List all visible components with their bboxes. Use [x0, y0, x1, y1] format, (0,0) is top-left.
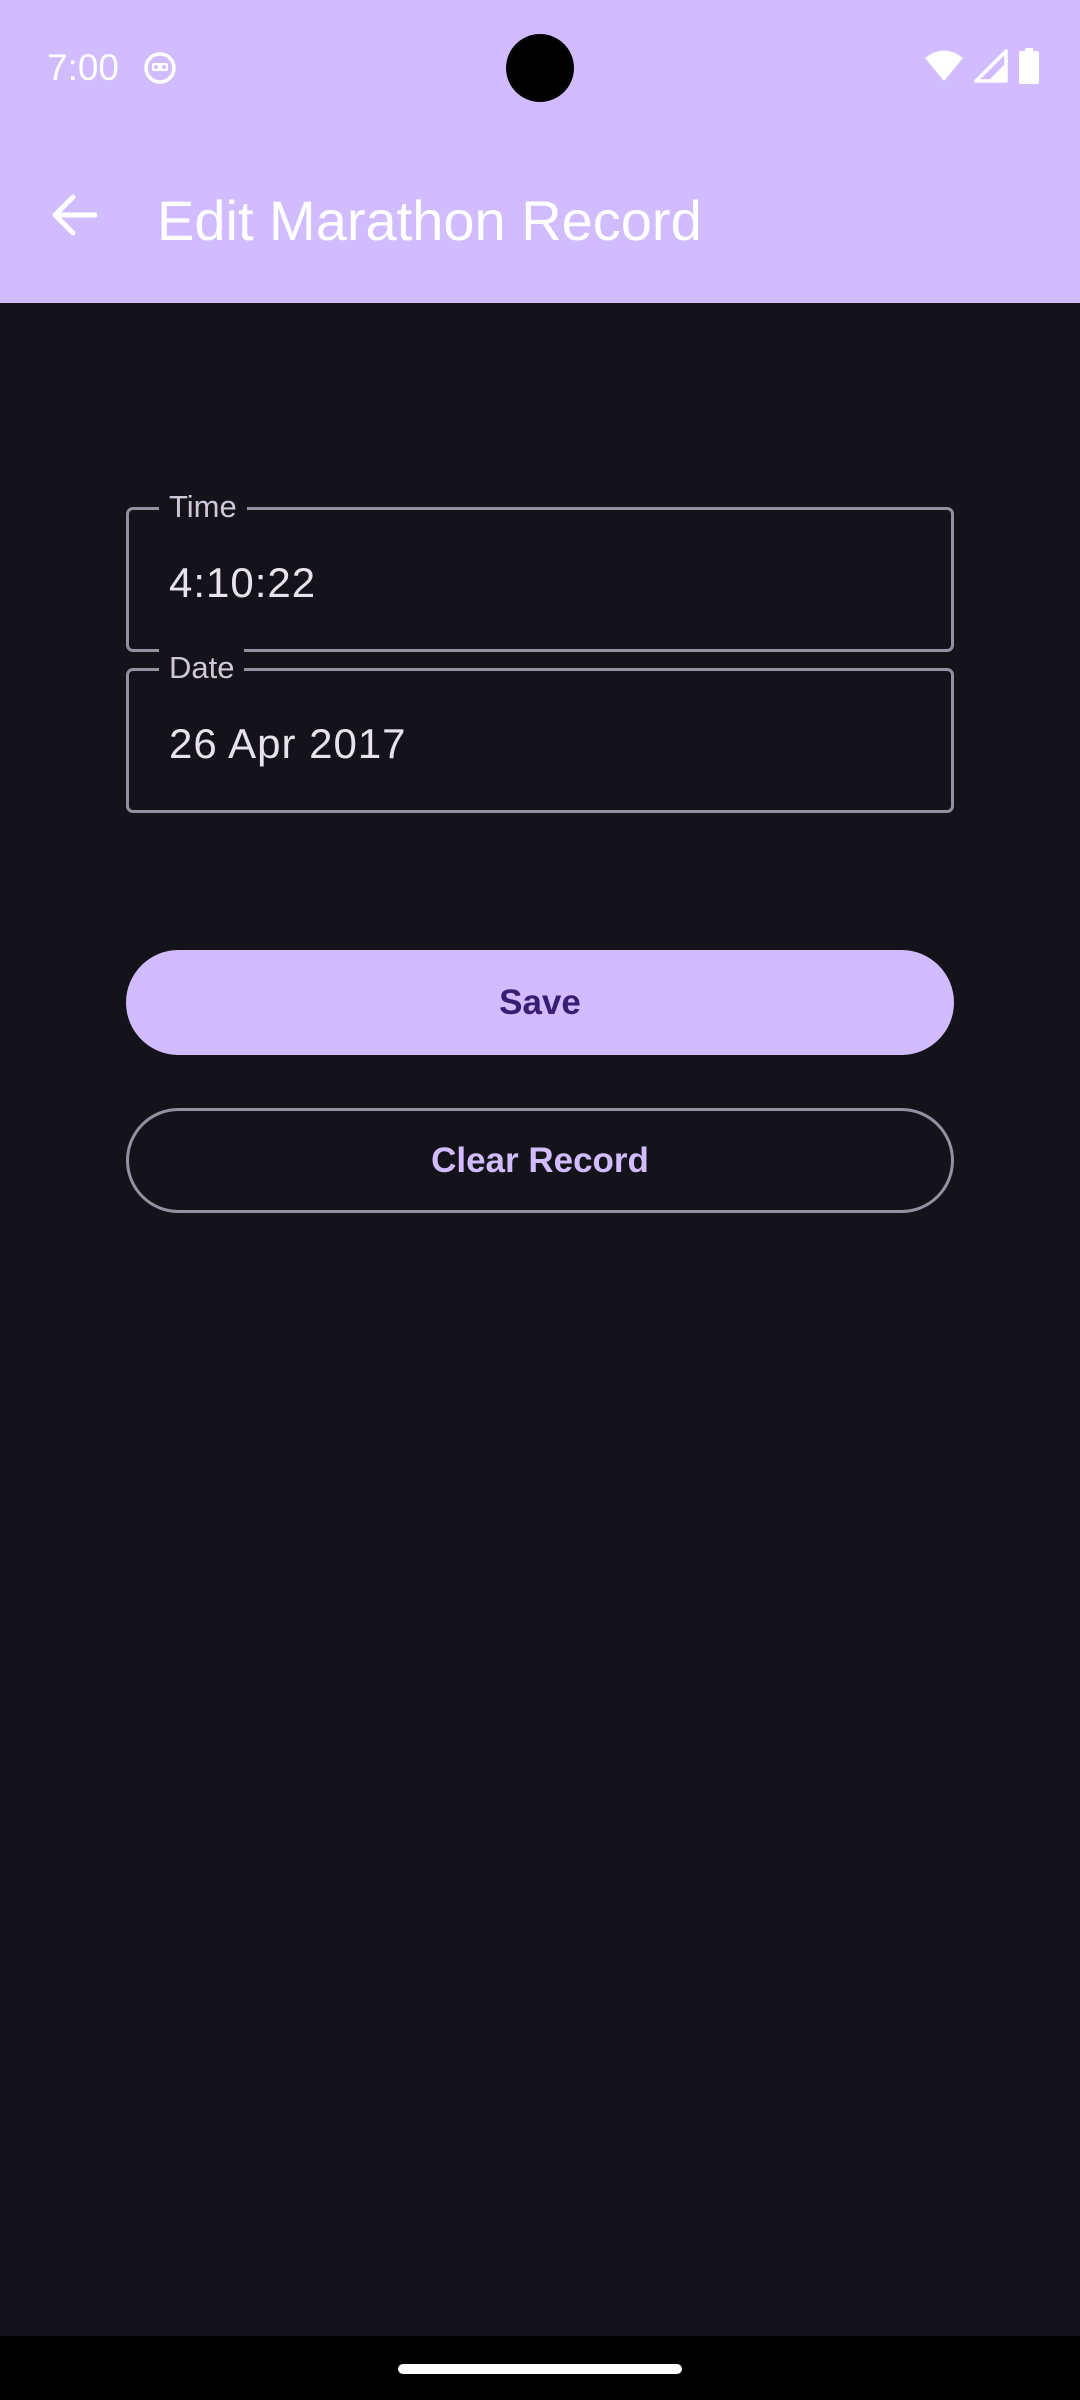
- navigation-bar: [0, 2336, 1080, 2400]
- home-gesture-handle[interactable]: [398, 2364, 682, 2374]
- back-button[interactable]: [44, 187, 104, 247]
- time-field[interactable]: Time 4:10:22: [126, 488, 954, 652]
- time-field-label: Time: [159, 488, 247, 526]
- save-button[interactable]: Save: [126, 950, 954, 1055]
- time-field-value[interactable]: 4:10:22: [169, 558, 316, 608]
- top-app-area: 7:00 Edit Marathon Record: [0, 0, 1080, 303]
- notification-icon: [142, 50, 178, 86]
- edit-marathon-record-screen: 7:00 Edit Marathon Record Time 4:10:22 D…: [0, 0, 1080, 2400]
- status-icons: [924, 47, 1040, 89]
- cellular-signal-icon: [974, 48, 1008, 88]
- wifi-icon: [924, 49, 964, 88]
- arrow-back-icon: [51, 194, 98, 241]
- date-field[interactable]: Date 26 Apr 2017: [126, 649, 954, 813]
- camera-cutout: [506, 34, 574, 102]
- date-field-value[interactable]: 26 Apr 2017: [169, 719, 407, 769]
- status-time: 7:00: [47, 47, 120, 88]
- battery-icon: [1018, 47, 1040, 89]
- page-title: Edit Marathon Record: [157, 189, 702, 252]
- date-field-label: Date: [159, 649, 245, 687]
- clear-record-button[interactable]: Clear Record: [126, 1108, 954, 1213]
